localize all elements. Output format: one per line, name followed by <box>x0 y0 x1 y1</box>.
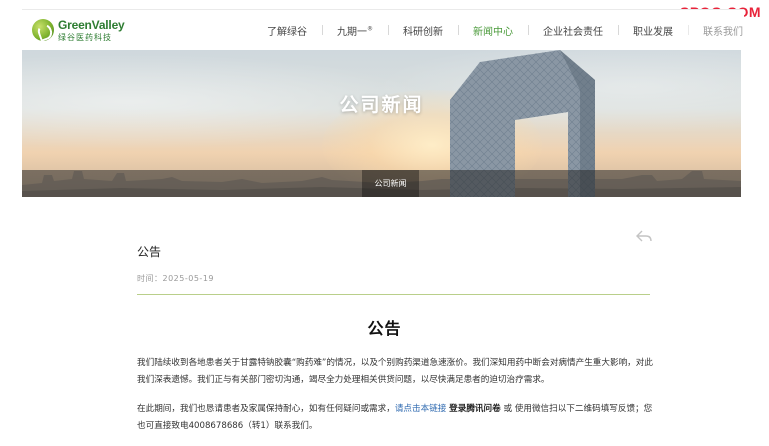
page-title: 公告 <box>137 245 162 259</box>
share-arrow-icon[interactable] <box>636 229 652 243</box>
nav-item-csr[interactable]: 企业社会责任 <box>528 23 618 38</box>
banner-subnav: 公司新闻 <box>22 170 741 197</box>
main-nav: 了解绿谷 九期一® 科研创新 新闻中心 企业社会责任 职业发展 联系我们 <box>252 10 758 50</box>
news-banner: 公司新闻 公司新闻 <box>22 50 741 197</box>
logo-name-en: GreenValley <box>58 18 125 32</box>
company-logo[interactable]: GreenValley 绿谷医药科技 <box>32 18 125 44</box>
article-paragraph-2: 在此期间，我们也恳请患者及家属保持耐心，如有任何疑问或需求，请点击本链接 登录腾… <box>137 404 653 431</box>
nav-item-careers[interactable]: 职业发展 <box>618 23 688 38</box>
survey-link[interactable]: 请点击本链接 <box>395 404 447 414</box>
title-divider <box>137 294 650 295</box>
nav-item-about[interactable]: 了解绿谷 <box>252 23 322 38</box>
survey-login-text: 登录腾讯问卷 <box>449 404 501 414</box>
nav-item-research[interactable]: 科研创新 <box>388 23 458 38</box>
subnav-tab-company-news[interactable]: 公司新闻 <box>362 170 419 197</box>
site-header: GreenValley 绿谷医药科技 了解绿谷 九期一® 科研创新 新闻中心 企… <box>22 9 744 49</box>
logo-name-cn: 绿谷医药科技 <box>58 33 112 42</box>
article-heading: 公告 <box>367 319 402 338</box>
leaf-logo-icon <box>32 19 54 41</box>
article-paragraph-1: 我们陆续收到各地患者关于甘露特钠胶囊“购药难”的情况，以及个别购药渠道急速涨价。… <box>137 358 653 385</box>
nav-item-contact[interactable]: 联系我们 <box>688 23 758 38</box>
nav-item-news[interactable]: 新闻中心 <box>458 23 528 38</box>
banner-title: 公司新闻 <box>339 94 424 116</box>
nav-item-jiuqiyi[interactable]: 九期一® <box>322 23 388 38</box>
publish-date: 时间：2025-05-19 <box>137 274 214 283</box>
